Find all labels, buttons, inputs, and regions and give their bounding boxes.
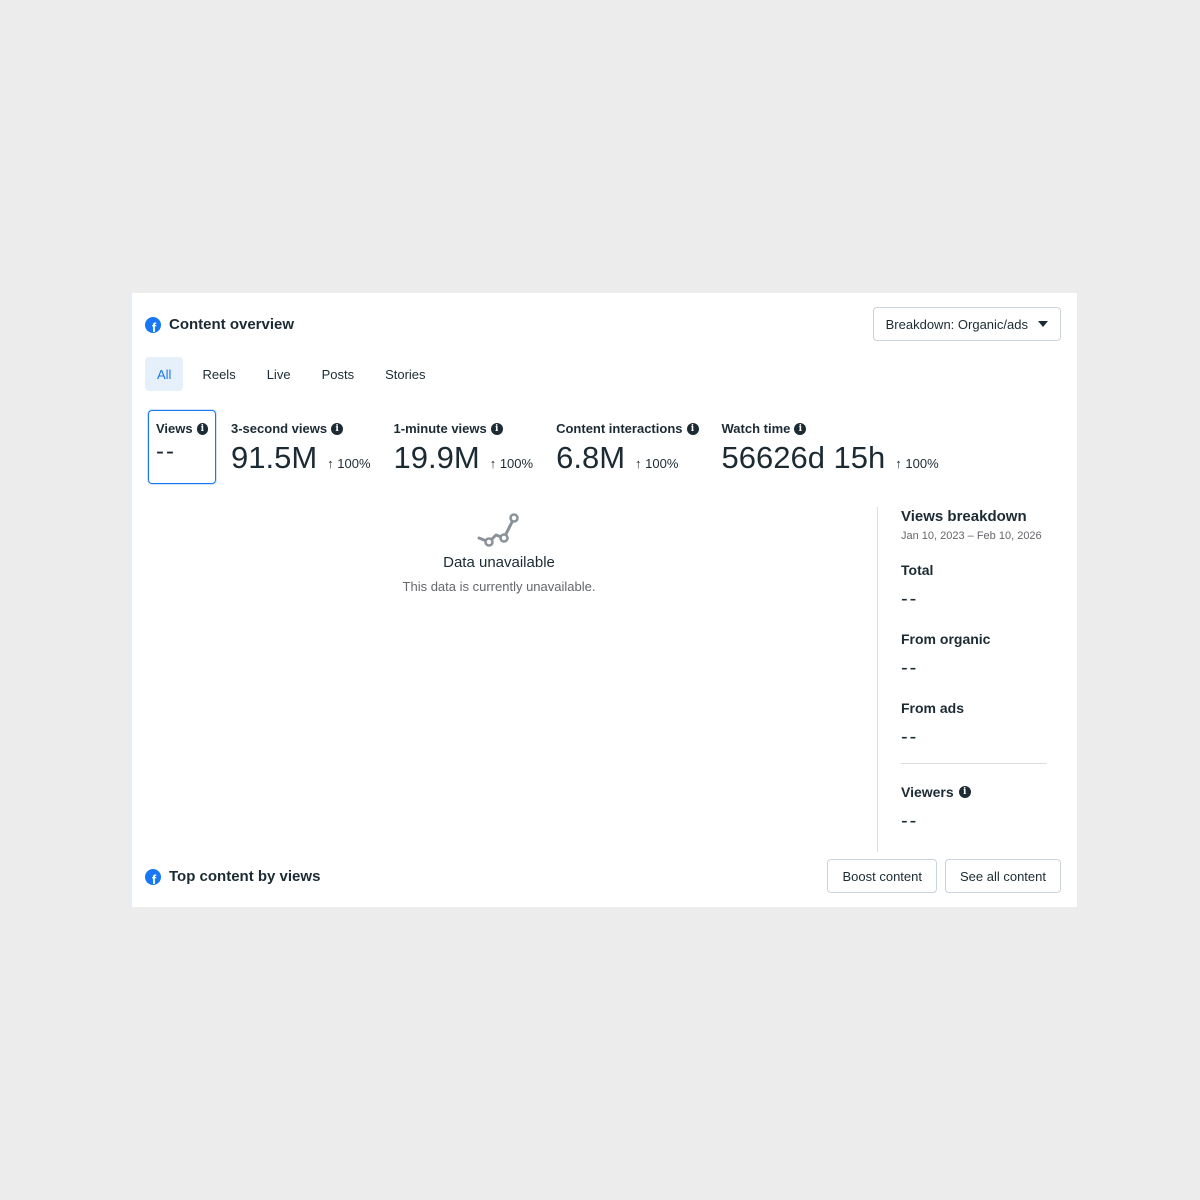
info-icon[interactable]: i xyxy=(794,422,807,435)
viewers-label-row: Viewers i xyxy=(901,784,1047,800)
views-total-value: -- xyxy=(901,588,919,610)
info-icon[interactable]: i xyxy=(490,422,503,435)
line-chart-icon xyxy=(477,513,519,547)
card-left-accent xyxy=(129,293,132,907)
metric-1m-views[interactable]: 1-minute views i 19.9M ↑ 100% xyxy=(394,410,534,476)
info-icon[interactable]: i xyxy=(196,422,208,435)
top-content-title: Top content by views xyxy=(169,868,321,885)
tab-live[interactable]: Live xyxy=(255,357,303,391)
empty-state-subtitle: This data is currently unavailable. xyxy=(402,579,596,594)
metric-value-row: 19.9M ↑ 100% xyxy=(394,440,534,476)
metric-value-row: 56626d 15h ↑ 100% xyxy=(722,440,939,476)
info-icon[interactable]: i xyxy=(331,422,344,435)
tab-all[interactable]: All xyxy=(145,357,184,391)
metric-label: Content interactions i xyxy=(556,421,699,436)
content-overview-header: f Content overview xyxy=(145,316,294,333)
metric-watch-time-value: 56626d 15h xyxy=(721,440,886,475)
views-organic-value: -- xyxy=(901,657,919,679)
empty-state-title: Data unavailable xyxy=(443,554,555,571)
metric-views-card[interactable]: Views i -- xyxy=(148,410,216,484)
views-total-label: Total xyxy=(901,562,934,578)
views-total-block: Total -- xyxy=(901,562,1047,611)
viewers-label: Viewers xyxy=(901,784,954,800)
empty-state: Data unavailable This data is currently … xyxy=(329,508,669,594)
views-organic-block: From organic -- xyxy=(901,631,1047,680)
views-ads-block: From ads -- xyxy=(901,700,1047,749)
info-icon[interactable]: i xyxy=(686,422,699,435)
top-content-actions: Boost content See all content xyxy=(827,859,1061,893)
metric-watch-time[interactable]: Watch time i 56626d 15h ↑ 100% xyxy=(722,410,939,476)
viewers-block: Viewers i -- xyxy=(901,784,1047,833)
viewers-value: -- xyxy=(901,810,919,832)
tab-posts[interactable]: Posts xyxy=(310,357,367,391)
breakdown-dropdown-label: Breakdown: Organic/ads xyxy=(885,316,1028,332)
facebook-icon: f xyxy=(145,316,161,333)
info-icon[interactable]: i xyxy=(958,786,971,798)
tab-stories[interactable]: Stories xyxy=(373,357,437,391)
metrics-row: Views i -- 3-second views i 91.5M ↑ 100%… xyxy=(148,410,962,484)
views-ads-label: From ads xyxy=(901,700,965,716)
metric-label: Views i xyxy=(156,421,208,436)
views-breakdown-date-range: Jan 10, 2023 – Feb 10, 2026 xyxy=(901,530,1042,542)
metric-watch-time-change: ↑ 100% xyxy=(895,456,939,471)
facebook-icon: f xyxy=(145,868,161,885)
metric-1m-views-label: 1-minute views xyxy=(393,421,487,436)
divider xyxy=(901,763,1047,764)
metric-label: Watch time i xyxy=(722,421,939,436)
metric-content-interactions[interactable]: Content interactions i 6.8M ↑ 100% xyxy=(556,410,699,476)
metric-3s-views[interactable]: 3-second views i 91.5M ↑ 100% xyxy=(231,410,371,476)
metric-content-interactions-label: Content interactions xyxy=(556,421,683,436)
metric-views-value: -- xyxy=(156,438,176,465)
content-type-tabs: All Reels Live Posts Stories xyxy=(145,357,445,391)
side-divider xyxy=(877,507,878,852)
metric-1m-views-change: ↑ 100% xyxy=(489,456,534,471)
views-ads-value: -- xyxy=(901,726,919,748)
metric-label: 1-minute views i xyxy=(394,421,534,436)
views-breakdown-title: Views breakdown xyxy=(901,508,1027,525)
metric-value-row: 91.5M ↑ 100% xyxy=(231,440,371,476)
views-breakdown-panel: Views breakdown Jan 10, 2023 – Feb 10, 2… xyxy=(901,508,1047,833)
caret-down-icon xyxy=(1038,321,1048,327)
tab-reels[interactable]: Reels xyxy=(190,357,247,391)
top-content-header: f Top content by views xyxy=(145,868,320,885)
metric-3s-views-change: ↑ 100% xyxy=(327,456,371,471)
metric-views-label: Views xyxy=(156,421,193,436)
metric-3s-views-label: 3-second views xyxy=(231,421,328,436)
see-all-content-button[interactable]: See all content xyxy=(944,859,1061,893)
breakdown-dropdown[interactable]: Breakdown: Organic/ads xyxy=(872,307,1061,341)
boost-content-button[interactable]: Boost content xyxy=(827,859,937,893)
metric-content-interactions-value: 6.8M xyxy=(556,440,626,475)
metric-content-interactions-change: ↑ 100% xyxy=(635,456,679,471)
metric-label: 3-second views i xyxy=(231,421,371,436)
views-organic-label: From organic xyxy=(901,631,991,647)
metric-watch-time-label: Watch time xyxy=(721,421,791,436)
content-overview-card: f Content overview Breakdown: Organic/ad… xyxy=(129,293,1077,907)
content-overview-title: Content overview xyxy=(169,316,295,333)
metric-value-row: 6.8M ↑ 100% xyxy=(556,440,698,476)
metric-3s-views-value: 91.5M xyxy=(231,440,318,475)
metric-1m-views-value: 19.9M xyxy=(393,440,480,475)
